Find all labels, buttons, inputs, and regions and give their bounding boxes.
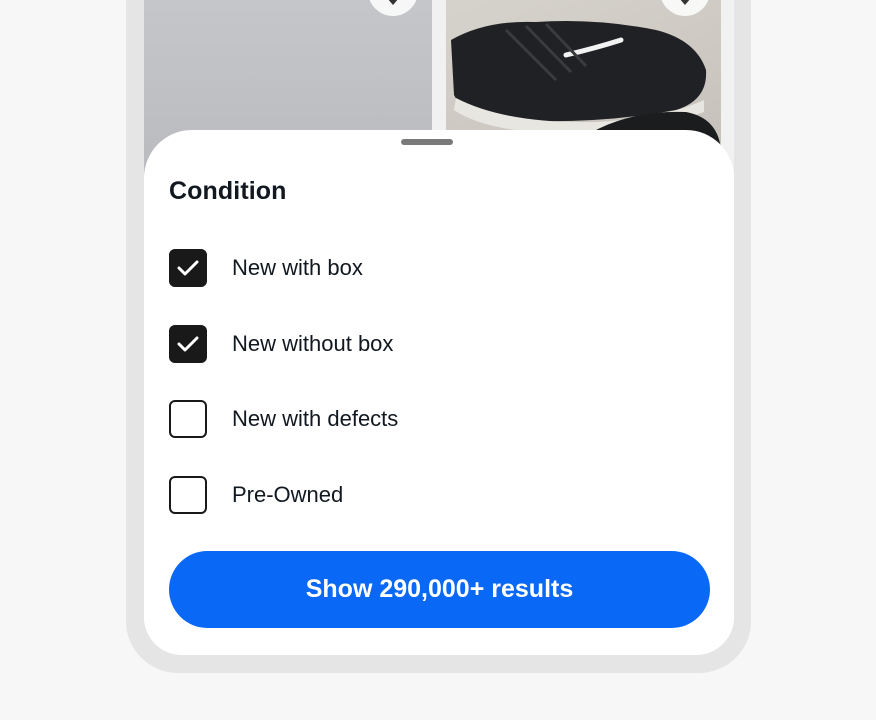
checkbox[interactable]: [169, 249, 207, 287]
option-label: New with defects: [232, 406, 399, 431]
option-new-with-defects[interactable]: New with defects: [169, 400, 709, 476]
option-label: New with box: [232, 255, 363, 280]
option-new-with-box[interactable]: New with box: [169, 249, 709, 325]
wishlist-button[interactable]: [368, 0, 418, 16]
drag-handle[interactable]: [401, 139, 453, 145]
option-new-without-box[interactable]: New without box: [169, 324, 709, 401]
show-results-button[interactable]: Show 290,000+ results: [169, 551, 710, 628]
checkmark-icon: [177, 260, 199, 276]
condition-filter-sheet: Condition New with box New without box N…: [144, 130, 734, 655]
heart-icon: [678, 0, 692, 12]
checkmark-icon: [177, 336, 199, 351]
checkbox[interactable]: [169, 324, 207, 363]
checkbox[interactable]: [169, 475, 207, 514]
option-pre-owned[interactable]: Pre-Owned: [169, 475, 709, 552]
condition-options: New with box New without box New with de…: [169, 249, 709, 551]
option-label: Pre-Owned: [232, 481, 344, 507]
heart-icon: [386, 0, 400, 12]
phone-screen: Condition New with box New without box N…: [144, 0, 734, 655]
checkbox[interactable]: [169, 400, 207, 438]
sheet-title: Condition: [169, 177, 287, 205]
option-label: New without box: [232, 330, 394, 356]
